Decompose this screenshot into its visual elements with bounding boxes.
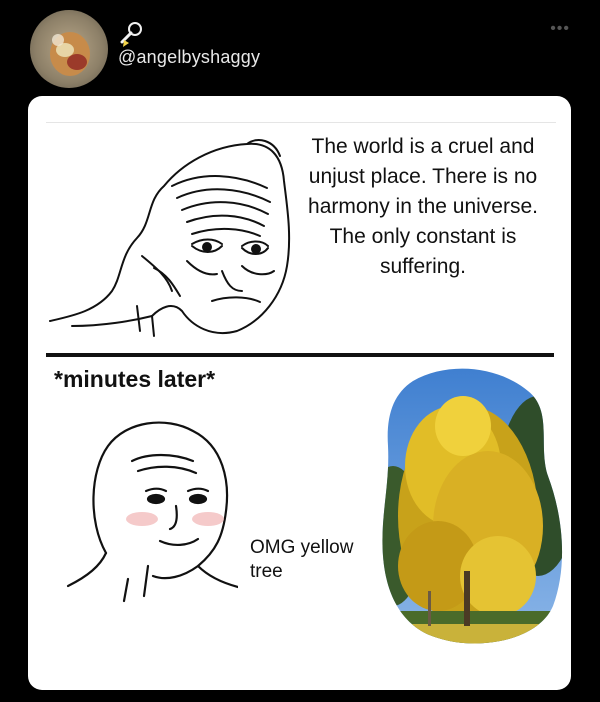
sad-wojak-illustration [49, 139, 291, 337]
caption-minutes-later: *minutes later* [54, 366, 216, 392]
happy-wojak-illustration [66, 421, 238, 603]
top-rule [46, 122, 556, 123]
username[interactable]: @angelbyshaggy [118, 47, 260, 68]
post-header: @angelbyshaggy ••• [0, 0, 600, 95]
avatar-image [50, 32, 90, 76]
more-icon[interactable]: ••• [550, 20, 570, 38]
top-text: The world is a cruel and unjust place. T… [308, 135, 538, 278]
avatar[interactable] [30, 10, 108, 88]
ringbell-icon [120, 22, 142, 47]
divider [46, 353, 554, 357]
meme-card: The world is a cruel and unjust place. T… [28, 96, 571, 690]
yellow-tree-photo [382, 368, 563, 644]
